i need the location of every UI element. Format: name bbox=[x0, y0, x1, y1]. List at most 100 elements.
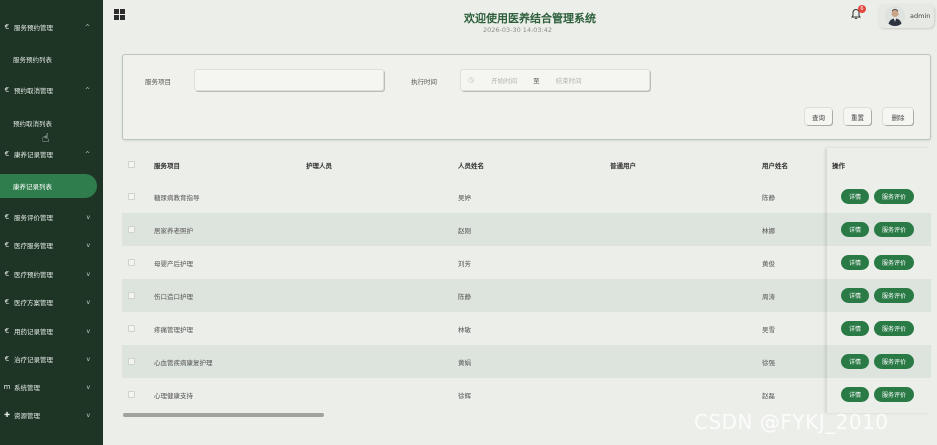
sidebar-group-label: 医疗方案管理 bbox=[14, 299, 53, 307]
sidebar-group-label: 系统管理 bbox=[14, 384, 40, 392]
grid-menu-icon[interactable] bbox=[114, 9, 125, 20]
sidebar-group-medication[interactable]: € 用药记录管理 v bbox=[0, 321, 103, 341]
menu-icon: € bbox=[4, 298, 10, 306]
cell-service: 心理健康支持 bbox=[154, 392, 193, 400]
page-title: 欢迎使用医养结合管理系统 bbox=[464, 12, 596, 25]
detail-button[interactable]: 详情 bbox=[841, 321, 869, 336]
sidebar-group-cancel[interactable]: € 预约取消管理 ^ bbox=[0, 80, 103, 100]
chevron-down-icon: v bbox=[86, 270, 90, 278]
plus-icon: ✚ bbox=[4, 411, 10, 419]
cell-user-name: 赵磊 bbox=[762, 392, 775, 400]
row-checkbox[interactable] bbox=[128, 193, 135, 200]
table-row: 心血管疾病康复护理 黄娟 徐强 详情 服务评价 bbox=[122, 345, 931, 378]
watermark: CSDN @FYKJ_2010 bbox=[694, 410, 889, 434]
detail-button[interactable]: 详情 bbox=[841, 222, 869, 237]
date-range-picker[interactable]: ◷ 开始时间 至 结束时间 bbox=[460, 69, 650, 91]
sidebar-group-resource[interactable]: ✚ 资源管理 v bbox=[0, 405, 103, 425]
menu-icon: € bbox=[4, 23, 10, 31]
table-row: 母婴产后护理 刘芳 黄俊 详情 服务评价 bbox=[122, 246, 931, 279]
chevron-down-icon: v bbox=[86, 298, 90, 306]
menu-icon: € bbox=[4, 213, 10, 221]
sidebar-group-medical-service[interactable]: € 医疗服务管理 v bbox=[0, 235, 103, 255]
bank-icon: m bbox=[3, 383, 11, 391]
row-checkbox[interactable] bbox=[128, 259, 135, 266]
sidebar-group-medical-booking[interactable]: € 医疗预约管理 v bbox=[0, 264, 103, 284]
table-row: 心理健康支持 徐辉 赵磊 详情 服务评价 bbox=[122, 378, 931, 411]
sidebar-group-system[interactable]: m 系统管理 v bbox=[0, 377, 103, 397]
sidebar-item-service-booking-list[interactable]: 服务预约列表 bbox=[0, 49, 103, 69]
sidebar-group-medical-plan[interactable]: € 医疗方案管理 v bbox=[0, 292, 103, 312]
chevron-up-icon: ^ bbox=[84, 86, 90, 94]
column-header-staff-name: 人员姓名 bbox=[458, 162, 484, 170]
detail-button[interactable]: 详情 bbox=[841, 189, 869, 204]
cell-user-name: 吴雪 bbox=[762, 326, 775, 334]
horizontal-scrollbar[interactable] bbox=[123, 413, 324, 417]
cell-user-name: 林娜 bbox=[762, 227, 775, 235]
review-button[interactable]: 服务评价 bbox=[874, 387, 914, 402]
sidebar-item-label: 服务预约列表 bbox=[13, 56, 52, 64]
column-header-staff: 护理人员 bbox=[306, 162, 332, 170]
cell-staff-name: 刘芳 bbox=[458, 260, 471, 268]
sidebar-group-care-record[interactable]: € 康养记录管理 ^ bbox=[0, 144, 103, 164]
sidebar-group-label: 治疗记录管理 bbox=[14, 356, 53, 364]
cell-user-name: 徐强 bbox=[762, 359, 775, 367]
sidebar-group-label: 服务评价管理 bbox=[14, 214, 53, 222]
hand-cursor-icon: ☝ bbox=[42, 131, 50, 145]
cell-service: 伤口造口护理 bbox=[154, 293, 193, 301]
detail-button[interactable]: 详情 bbox=[841, 288, 869, 303]
cell-service: 居家养老照护 bbox=[154, 227, 193, 235]
sidebar-group-label: 用药记录管理 bbox=[14, 328, 53, 336]
cell-service: 母婴产后护理 bbox=[154, 260, 193, 268]
column-header-user: 普通用户 bbox=[610, 162, 636, 170]
column-header-user-name: 用户姓名 bbox=[762, 162, 788, 170]
sidebar-item-cancel-list[interactable]: 预约取消列表 bbox=[0, 113, 103, 133]
column-header-actions: 操作 bbox=[832, 162, 845, 170]
chevron-down-icon: v bbox=[86, 355, 90, 363]
row-checkbox[interactable] bbox=[128, 391, 135, 398]
column-header-service: 服务项目 bbox=[154, 162, 180, 170]
sidebar-item-label: 预约取消列表 bbox=[13, 120, 52, 128]
row-checkbox[interactable] bbox=[128, 358, 135, 365]
review-button[interactable]: 服务评价 bbox=[874, 189, 914, 204]
avatar[interactable] bbox=[885, 6, 905, 26]
review-button[interactable]: 服务评价 bbox=[874, 354, 914, 369]
cell-staff-name: 赵刚 bbox=[458, 227, 471, 235]
delete-button[interactable]: 删除 bbox=[883, 108, 913, 125]
row-checkbox[interactable] bbox=[128, 226, 135, 233]
sidebar-group-service-review[interactable]: € 服务评价管理 v bbox=[0, 207, 103, 227]
detail-button[interactable]: 详情 bbox=[841, 354, 869, 369]
row-checkbox[interactable] bbox=[128, 325, 135, 332]
cell-staff-name: 陈静 bbox=[458, 293, 471, 301]
chevron-down-icon: v bbox=[86, 213, 90, 221]
sidebar-group-label: 预约取消管理 bbox=[14, 87, 53, 95]
cell-staff-name: 林敏 bbox=[458, 326, 471, 334]
detail-button[interactable]: 详情 bbox=[841, 255, 869, 270]
menu-icon: € bbox=[4, 150, 10, 158]
search-panel: 服务项目 执行时间 ◷ 开始时间 至 结束时间 查询 重置 删除 bbox=[122, 54, 931, 140]
sidebar-group-service-booking[interactable]: € 服务预约管理 ^ bbox=[0, 17, 103, 37]
table-row: 疼痛管理护理 林敏 吴雪 详情 服务评价 bbox=[122, 312, 931, 345]
end-date-input[interactable]: 结束时间 bbox=[556, 75, 582, 85]
select-all-checkbox[interactable] bbox=[128, 161, 135, 168]
table-row: 伤口造口护理 陈静 周涛 详情 服务评价 bbox=[122, 279, 931, 312]
sidebar-item-label: 康养记录列表 bbox=[13, 183, 52, 191]
row-checkbox[interactable] bbox=[128, 292, 135, 299]
review-button[interactable]: 服务评价 bbox=[874, 288, 914, 303]
review-button[interactable]: 服务评价 bbox=[874, 222, 914, 237]
sidebar-group-treatment[interactable]: € 治疗记录管理 v bbox=[0, 349, 103, 369]
start-date-input[interactable]: 开始时间 bbox=[491, 75, 517, 85]
table-header: 服务项目 护理人员 人员姓名 普通用户 用户姓名 操作 bbox=[122, 148, 931, 180]
review-button[interactable]: 服务评价 bbox=[874, 321, 914, 336]
detail-button[interactable]: 详情 bbox=[841, 387, 869, 402]
datetime-display: 2026-03-30 14:03:42 bbox=[482, 26, 553, 34]
service-input[interactable] bbox=[194, 69, 384, 91]
cell-user-name: 周涛 bbox=[762, 293, 775, 301]
query-button[interactable]: 查询 bbox=[805, 108, 832, 125]
table-row: 居家养老照护 赵刚 林娜 详情 服务评价 bbox=[122, 213, 931, 246]
table-row: 糖尿病教育指导 吴婷 陈静 详情 服务评价 bbox=[122, 180, 931, 213]
reset-button[interactable]: 重置 bbox=[844, 108, 871, 125]
sidebar-item-care-record-list[interactable]: 康养记录列表 bbox=[0, 174, 97, 198]
menu-icon: € bbox=[4, 327, 10, 335]
review-button[interactable]: 服务评价 bbox=[874, 255, 914, 270]
cell-service: 疼痛管理护理 bbox=[154, 326, 193, 334]
